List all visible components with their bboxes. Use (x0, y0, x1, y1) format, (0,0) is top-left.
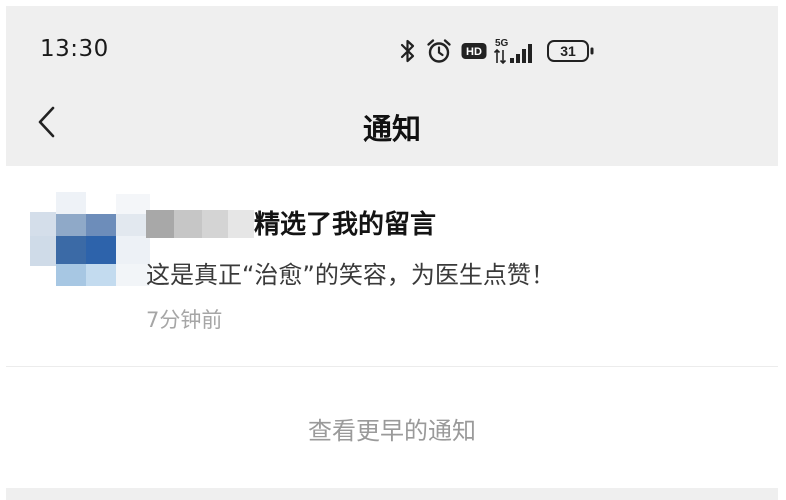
divider (6, 366, 778, 367)
alarm-icon (425, 37, 453, 65)
bluetooth-icon (400, 38, 416, 64)
notification-title: 精选了我的留言 (254, 210, 437, 240)
blurred-username (146, 210, 254, 238)
status-icons: HD 5G 31 (400, 36, 595, 66)
view-earlier-notifications-link[interactable]: 查看更早的通知 (6, 396, 778, 466)
battery-icon: 31 (547, 39, 595, 63)
nav-bar: 通知 (6, 96, 778, 166)
bottom-separator (6, 488, 778, 500)
avatar (30, 184, 150, 304)
hd-icon: HD (461, 42, 487, 60)
battery-level-text: 31 (560, 43, 576, 59)
signal-icon: 5G (493, 36, 539, 66)
page-title: 通知 (362, 112, 421, 146)
notifications-screen: 13:30 HD 5G 31 通知 精选了我的留言 这是真正“治愈”的笑容，为医… (0, 0, 786, 500)
status-bar: 13:30 HD 5G 31 (6, 6, 778, 96)
notification-item[interactable]: 精选了我的留言 这是真正“治愈”的笑容，为医生点赞！ 7分钟前 (6, 166, 778, 366)
notification-time: 7分钟前 (146, 308, 223, 332)
header-area: 13:30 HD 5G 31 通知 (6, 6, 778, 166)
svg-text:HD: HD (466, 46, 482, 58)
notification-message: 这是真正“治愈”的笑容，为医生点赞！ (146, 261, 555, 289)
network-type-label: 5G (495, 38, 509, 49)
status-time: 13:30 (40, 36, 109, 62)
